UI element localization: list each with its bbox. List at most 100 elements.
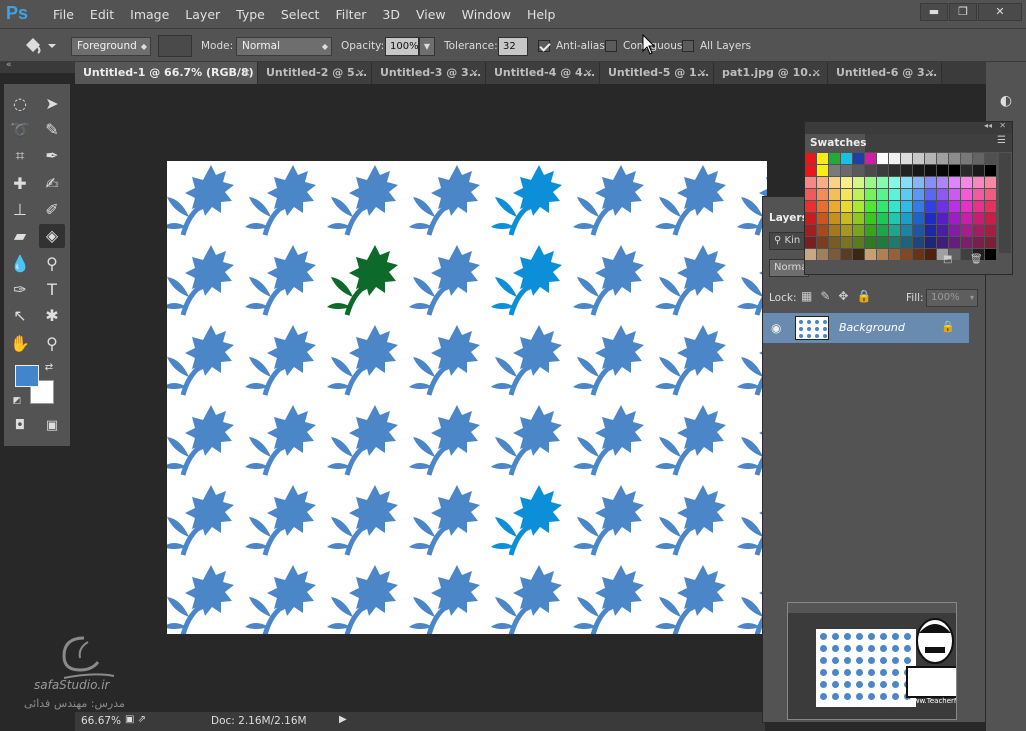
color-swatch[interactable] <box>889 189 900 200</box>
blur-tool-icon[interactable]: 💧 <box>7 252 33 276</box>
pattern-picker[interactable] <box>158 35 192 57</box>
move-tool-icon[interactable]: ➤ <box>39 92 65 116</box>
color-swatch[interactable] <box>841 213 852 224</box>
color-swatch[interactable] <box>913 153 924 164</box>
color-swatch[interactable] <box>937 201 948 212</box>
menu-type[interactable]: Type <box>228 0 273 29</box>
color-swatch[interactable] <box>925 165 936 176</box>
color-swatch[interactable] <box>853 237 864 248</box>
color-swatch[interactable] <box>937 213 948 224</box>
tab-untitled-4[interactable]: Untitled-4 @ 4... × <box>486 62 600 84</box>
opacity-dropdown-icon[interactable]: ▼ <box>419 37 435 56</box>
color-swatch[interactable] <box>937 237 948 248</box>
menu-3d[interactable]: 3D <box>374 0 408 29</box>
color-swatch[interactable] <box>829 153 840 164</box>
color-swatch[interactable] <box>925 237 936 248</box>
swap-colors-icon[interactable]: ⇄ <box>36 356 62 380</box>
color-swatch[interactable] <box>949 213 960 224</box>
color-swatch[interactable] <box>805 189 816 200</box>
color-swatch[interactable] <box>805 177 816 188</box>
color-swatch[interactable] <box>865 201 876 212</box>
menu-help[interactable]: Help <box>519 0 564 29</box>
color-swatch[interactable] <box>889 153 900 164</box>
color-swatch[interactable] <box>841 201 852 212</box>
layer-filter-kind[interactable]: ⚲ Kin <box>769 232 809 250</box>
color-swatch[interactable] <box>865 153 876 164</box>
color-swatch[interactable] <box>949 153 960 164</box>
panel-menu-icon[interactable]: ☰ <box>997 135 1006 146</box>
tab-untitled-6[interactable]: Untitled-6 @ 3... × <box>828 62 942 84</box>
new-swatch-icon[interactable]: ⬒ <box>943 254 952 265</box>
collapse-icon[interactable]: « <box>6 60 12 70</box>
close-icon[interactable]: × <box>812 62 821 84</box>
color-swatch[interactable] <box>973 165 984 176</box>
color-swatch[interactable] <box>913 249 924 260</box>
menu-view[interactable]: View <box>408 0 454 29</box>
color-swatch[interactable] <box>901 177 912 188</box>
tolerance-input[interactable]: 32 <box>498 37 528 56</box>
tab-untitled-1[interactable]: Untitled-1 @ 66.7% (RGB/8) * × <box>75 62 258 84</box>
color-swatch[interactable] <box>913 189 924 200</box>
lock-icons[interactable]: ▦✎✥🔒 <box>801 289 879 303</box>
brush-tool-icon[interactable]: ✍ <box>39 172 65 196</box>
clone-stamp-icon[interactable]: ⊥ <box>7 198 33 222</box>
custom-shape-tool-icon[interactable]: ✱ <box>39 304 65 328</box>
color-swatch[interactable] <box>973 201 984 212</box>
color-swatch[interactable] <box>865 177 876 188</box>
color-swatch[interactable] <box>853 189 864 200</box>
contiguous-checkbox[interactable] <box>605 40 617 52</box>
color-swatch[interactable] <box>937 177 948 188</box>
color-swatch[interactable] <box>853 213 864 224</box>
dodge-tool-icon[interactable]: ⚲ <box>39 252 65 276</box>
color-swatch[interactable] <box>853 249 864 260</box>
color-swatch[interactable] <box>913 165 924 176</box>
color-swatch[interactable] <box>925 189 936 200</box>
color-swatch[interactable] <box>985 189 996 200</box>
color-swatch[interactable] <box>961 177 972 188</box>
color-swatch[interactable] <box>949 225 960 236</box>
zoom-level[interactable]: 66.67% <box>81 715 121 727</box>
lasso-tool-icon[interactable]: ➰ <box>7 118 33 142</box>
color-swatch[interactable] <box>937 189 948 200</box>
quick-mask-icon[interactable]: ◘ <box>7 414 33 438</box>
color-swatch[interactable] <box>973 177 984 188</box>
eraser-tool-icon[interactable]: ▰ <box>7 224 33 248</box>
color-swatch[interactable] <box>901 189 912 200</box>
color-swatch[interactable] <box>877 201 888 212</box>
color-swatch[interactable] <box>901 225 912 236</box>
tab-untitled-3[interactable]: Untitled-3 @ 3... × <box>372 62 486 84</box>
color-swatch[interactable] <box>889 201 900 212</box>
tab-untitled-2[interactable]: Untitled-2 @ 5... × <box>258 62 372 84</box>
color-swatch[interactable] <box>949 201 960 212</box>
menu-edit[interactable]: Edit <box>82 0 122 29</box>
color-swatch[interactable] <box>973 153 984 164</box>
layer-row-background[interactable]: ◉ Background 🔒 <box>763 313 969 343</box>
swatches-tab[interactable]: Swatches <box>805 134 866 152</box>
marquee-tool-icon[interactable]: ◌ <box>7 92 33 116</box>
adjustments-icon[interactable]: ◐ <box>994 90 1018 112</box>
color-swatch[interactable] <box>805 249 816 260</box>
color-swatch[interactable] <box>817 201 828 212</box>
foreground-color-swatch[interactable] <box>15 365 39 387</box>
paint-bucket-preset-icon[interactable] <box>22 35 62 57</box>
close-icon[interactable]: × <box>242 62 251 84</box>
color-swatch[interactable] <box>865 189 876 200</box>
color-swatch[interactable] <box>829 189 840 200</box>
color-swatch[interactable] <box>805 153 816 164</box>
color-swatch[interactable] <box>937 165 948 176</box>
trash-icon[interactable]: 🗑 <box>970 254 983 265</box>
color-swatch[interactable] <box>805 201 816 212</box>
color-swatch[interactable] <box>925 201 936 212</box>
color-swatch[interactable] <box>889 237 900 248</box>
hand-tool-icon[interactable]: ✋ <box>7 332 33 356</box>
color-swatch[interactable] <box>817 165 828 176</box>
color-swatch[interactable] <box>925 177 936 188</box>
color-swatch[interactable] <box>841 237 852 248</box>
color-swatch[interactable] <box>829 177 840 188</box>
color-swatch[interactable] <box>949 177 960 188</box>
color-swatch[interactable] <box>829 213 840 224</box>
color-swatch[interactable] <box>829 237 840 248</box>
color-swatch[interactable] <box>973 189 984 200</box>
quick-select-tool-icon[interactable]: ✎ <box>39 118 65 142</box>
color-swatch[interactable] <box>937 225 948 236</box>
